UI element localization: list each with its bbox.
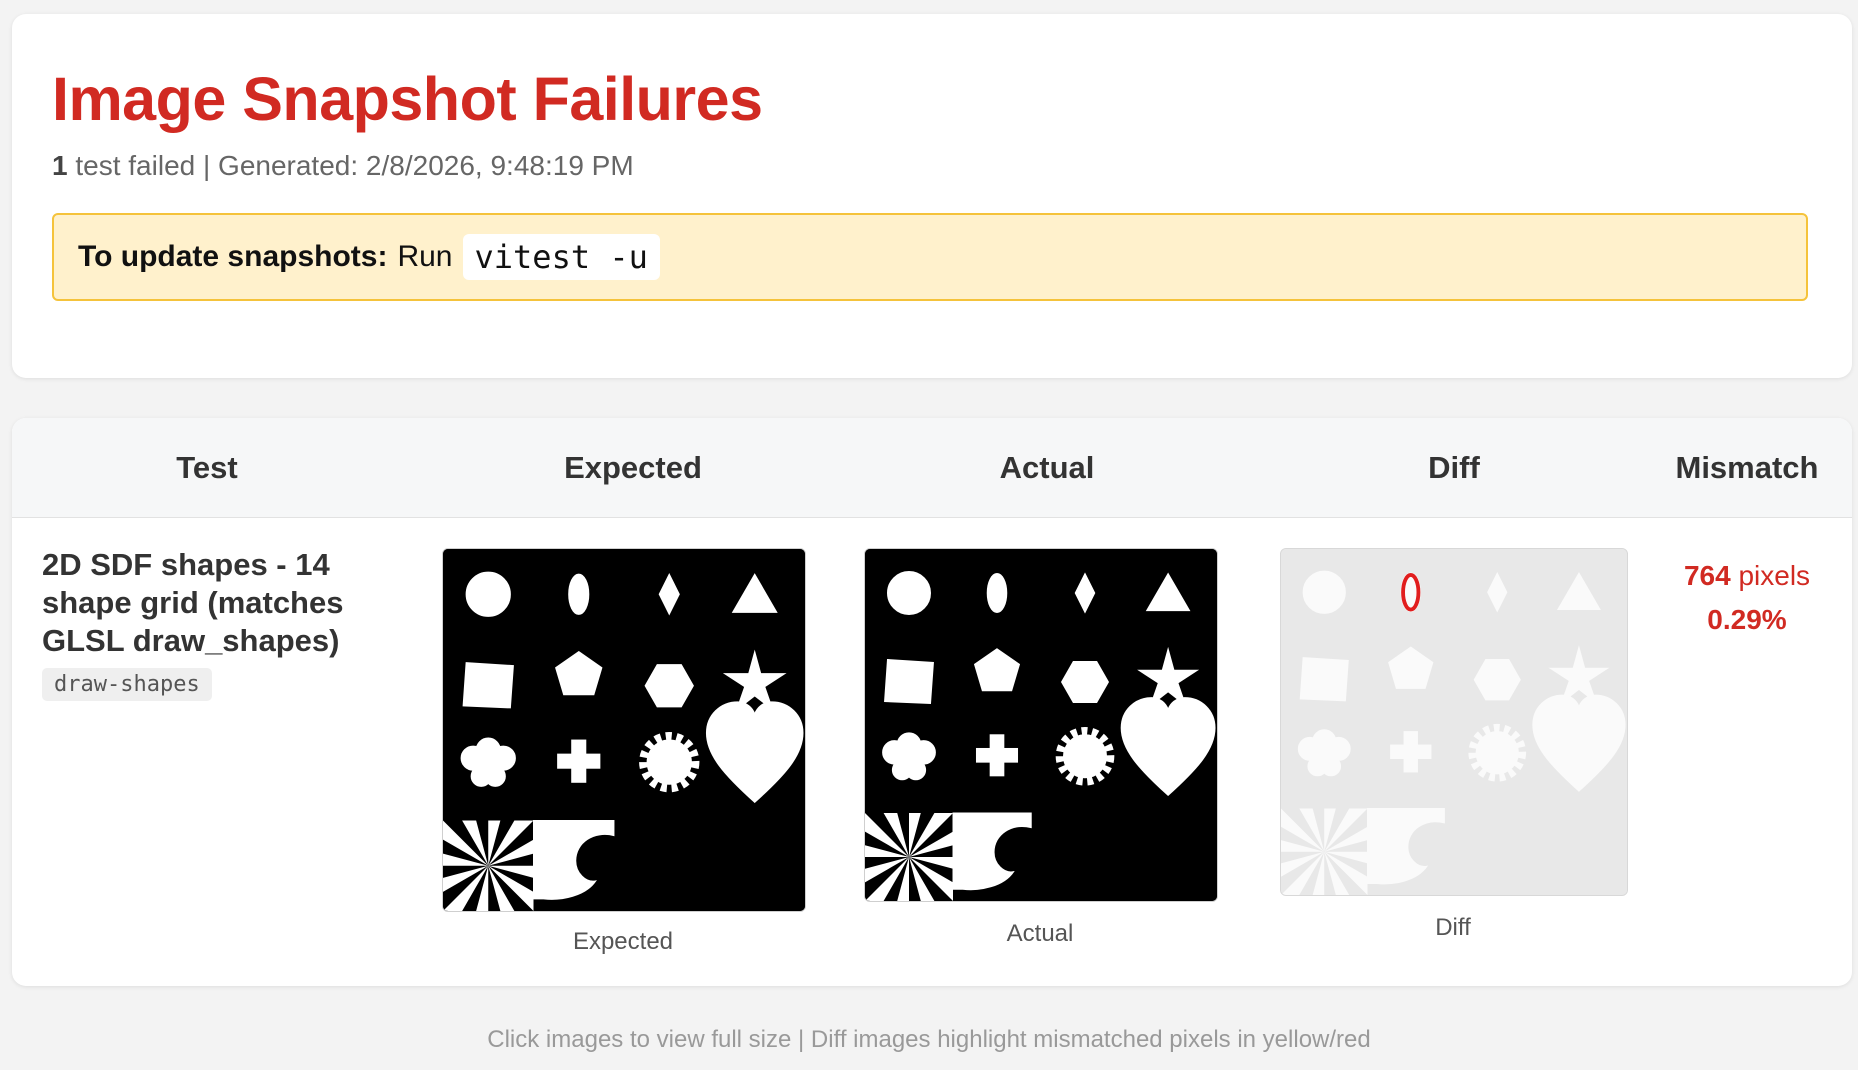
update-command: vitest -u	[462, 234, 660, 280]
results-table: Test Expected Actual Diff Mismatch 2D SD…	[12, 418, 1852, 986]
summary-line: 1 test failed | Generated: 2/8/2026, 9:4…	[52, 150, 634, 182]
expected-image[interactable]	[442, 548, 806, 912]
actual-shapes-image	[865, 549, 1217, 901]
column-header-actual: Actual	[999, 450, 1095, 485]
diff-caption: Diff	[1435, 914, 1471, 941]
update-snapshots-notice: To update snapshots: Run vitest -u	[52, 213, 1808, 301]
summary-text: test failed | Generated: 2/8/2026, 9:48:…	[75, 150, 634, 181]
report-header-card: Image Snapshot Failures 1 test failed | …	[12, 14, 1852, 378]
mismatch-pixel-count: 764	[1683, 560, 1731, 591]
table-header: Test Expected Actual Diff Mismatch	[12, 418, 1852, 518]
column-header-diff: Diff	[1428, 450, 1480, 485]
footer-hint: Click images to view full size | Diff im…	[487, 1026, 1371, 1053]
diff-image[interactable]	[1280, 548, 1628, 896]
mismatch-unit: pixels	[1738, 560, 1811, 591]
mismatch-cell: 764 pixels 0.29%	[1642, 554, 1852, 642]
page-title: Image Snapshot Failures	[52, 65, 763, 133]
mismatch-pixels-line: 764 pixels	[1642, 554, 1852, 598]
test-name: 2D SDF shapes - 14 shape grid (matches G…	[42, 547, 344, 658]
column-header-test: Test	[176, 450, 238, 485]
expected-shapes-image	[443, 549, 805, 911]
column-header-mismatch: Mismatch	[1675, 450, 1819, 485]
diff-shapes-image	[1281, 549, 1627, 895]
notice-run-text: Run	[397, 240, 453, 273]
test-id: draw-shapes	[42, 668, 212, 701]
failed-count: 1	[52, 150, 68, 181]
mismatch-percent: 0.29%	[1707, 604, 1787, 635]
actual-image[interactable]	[864, 548, 1218, 902]
notice-label: To update snapshots:	[78, 240, 388, 273]
actual-caption: Actual	[1006, 920, 1074, 947]
expected-caption: Expected	[572, 928, 674, 955]
column-header-expected: Expected	[564, 450, 702, 485]
